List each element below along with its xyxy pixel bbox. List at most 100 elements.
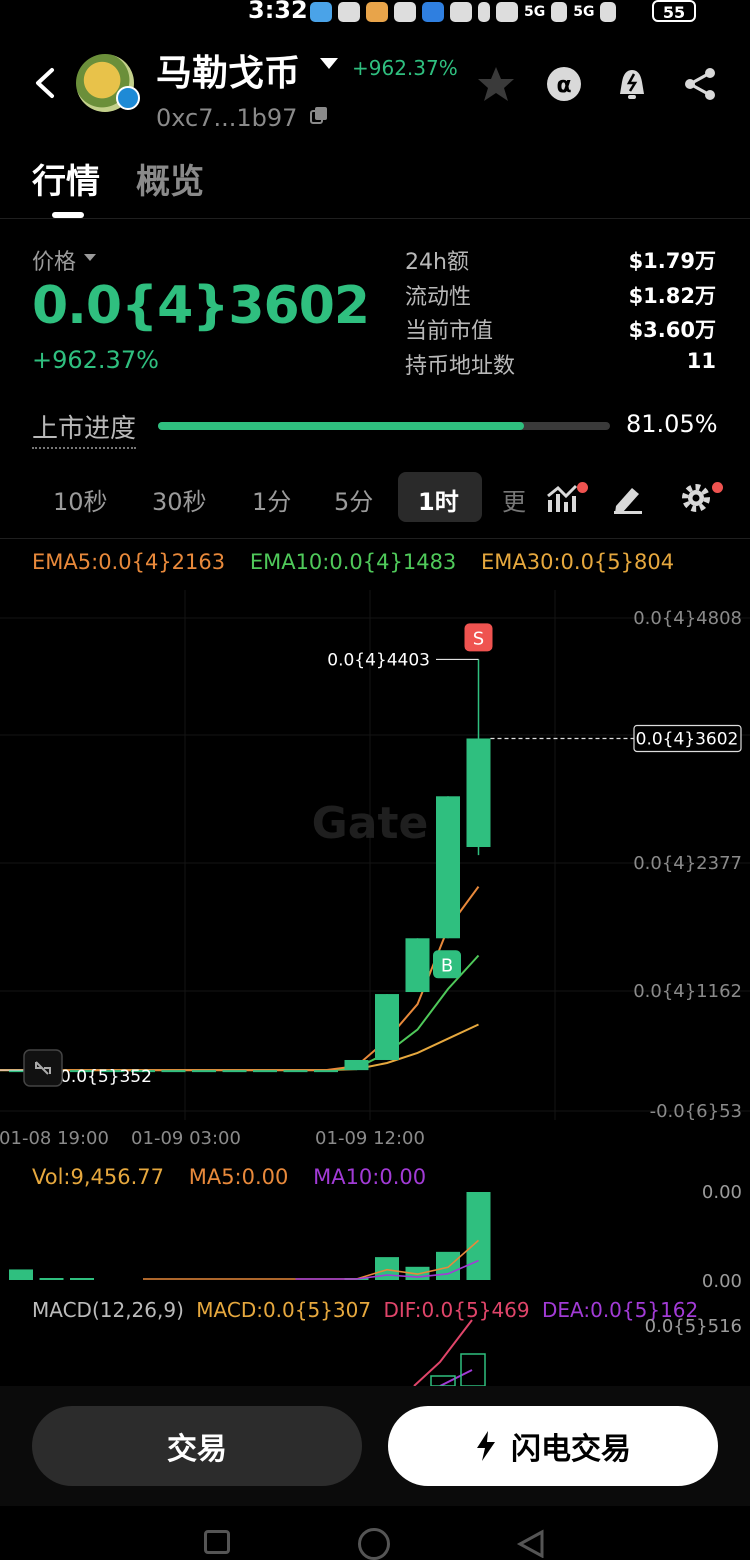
volume-bar [70, 1278, 94, 1280]
signal-2-label: 5G [573, 4, 595, 20]
stat-value-volume: $1.79万 [628, 249, 716, 273]
chevron-down-icon[interactable] [320, 58, 338, 69]
ema30-line [0, 1023, 479, 1072]
status-icons: 5G 5G [310, 0, 617, 24]
tab-overview[interactable]: 概览 [136, 154, 204, 203]
ema30-label: EMA30:0.0{5}804 [480, 550, 675, 574]
stat-value-holders: 11 [686, 349, 716, 373]
ema5-label: EMA5:0.0{4}2163 [32, 550, 226, 574]
indicator-chart-icon[interactable] [546, 482, 580, 514]
candle-body [192, 1070, 216, 1073]
candles [9, 659, 491, 1073]
candle-body [253, 1070, 277, 1073]
chevron-down-icon[interactable] [84, 254, 96, 261]
signal-1-icon [551, 2, 568, 22]
candle-body [466, 738, 491, 848]
svg-text:α: α [556, 73, 571, 98]
home-icon[interactable] [358, 1528, 390, 1560]
ema10-label: EMA10:0.0{4}1483 [249, 550, 457, 574]
x-tick-label: 01-08 19:00 [0, 1128, 109, 1149]
draw-pencil-icon[interactable] [612, 484, 644, 514]
timeframe-more[interactable]: 更 [502, 482, 526, 517]
stat-label-market-cap: 当前市值 [405, 319, 494, 344]
candle-body [405, 938, 430, 993]
alert-bell-icon[interactable] [612, 64, 652, 104]
stat-value-market-cap: $3.60万 [628, 318, 716, 342]
flash-trade-button-label: 闪电交易 [511, 1432, 631, 1467]
signal-1-label: 5G [524, 4, 546, 20]
header-change: +962.37% [352, 56, 458, 80]
alpha-icon[interactable]: α [544, 64, 584, 104]
candle-body [344, 1059, 369, 1071]
upload-icon [338, 2, 360, 22]
current-price-label: 0.0{4}3602 [636, 729, 739, 749]
candle-body [161, 1070, 186, 1073]
macd-dea-line [439, 1369, 473, 1386]
candle-body [314, 1070, 338, 1073]
macd-chart: 0.0{5}516 [413, 1316, 742, 1386]
listing-progress-label[interactable]: 上市进度 [32, 408, 137, 449]
y-tick-label: 0.0{4}2377 [633, 853, 742, 874]
divider [0, 538, 750, 539]
expand-icon[interactable] [23, 1049, 63, 1087]
back-arrow-icon[interactable] [30, 66, 60, 100]
stat-label-liquidity: 流动性 [405, 285, 472, 310]
listing-progress-bar [158, 422, 610, 430]
x-tick-label: 01-09 03:00 [131, 1128, 241, 1149]
low-price-label: 0.0{5}352 [60, 1067, 152, 1087]
y-tick-label: -0.0{6}53 [650, 1101, 742, 1122]
back-nav-icon[interactable] [516, 1528, 546, 1558]
trade-button[interactable]: 交易 [32, 1406, 362, 1486]
tab-market[interactable]: 行情 [32, 154, 100, 203]
timeframe-1h[interactable]: 1时 [418, 482, 459, 517]
share-icon[interactable] [680, 64, 720, 104]
chain-badge-icon [116, 86, 140, 110]
volume-bar [39, 1278, 64, 1280]
volume-bars [9, 1192, 491, 1280]
system-nav-bar [0, 1506, 750, 1560]
listing-progress-value: 81.05% [626, 410, 718, 438]
alipay-icon [422, 2, 444, 22]
timeframe-5m[interactable]: 5分 [334, 482, 373, 517]
candle-body [436, 796, 460, 939]
settings-gear-icon[interactable] [680, 482, 712, 514]
y-tick-label: 0.0{4}4808 [633, 608, 742, 629]
candle-body [222, 1070, 247, 1073]
timeframe-10s[interactable]: 10秒 [53, 482, 108, 517]
status-bar: 3:32 5G 5G 55 [0, 0, 750, 28]
macd-y-top: 0.0{5}516 [645, 1316, 742, 1337]
alarm-icon [450, 2, 472, 22]
volume-y-top: 0.00 [702, 1182, 742, 1203]
candle-body [375, 994, 399, 1060]
price-chart[interactable]: Gate 0.0{4}4808 0.0{4}2377 0.0{4}1162 -0.0{… [0, 590, 750, 1150]
price-label[interactable]: 价格 [32, 244, 76, 276]
star-icon[interactable] [476, 64, 516, 104]
current-price: 0.0{4}3602 [32, 276, 370, 336]
hand-icon [394, 2, 416, 22]
stat-value-liquidity: $1.82万 [628, 284, 716, 308]
token-name[interactable]: 马勒戈币 [156, 44, 300, 96]
stat-label-holders: 持币地址数 [405, 354, 516, 379]
y-axis-ticks: 0.0{4}4808 0.0{4}2377 0.0{4}1162 -0.0{6}53 [633, 608, 742, 1122]
volume-bar [9, 1269, 33, 1280]
lightning-icon [477, 1431, 495, 1461]
trade-button-label: 交易 [167, 1432, 227, 1467]
x-axis-ticks: 01-08 19:00 01-09 03:00 01-09 12:00 [0, 1128, 425, 1149]
contract-address: 0xc7...1b97 [156, 104, 298, 132]
recent-apps-icon[interactable] [204, 1530, 230, 1554]
listing-progress-fill [158, 422, 525, 430]
flash-trade-button[interactable]: 闪电交易 [388, 1406, 718, 1486]
volume-chart[interactable]: 0.00 0.00 [0, 1180, 750, 1288]
copy-icon[interactable] [310, 106, 328, 124]
price-change: +962.37% [32, 346, 159, 374]
ema-legend: EMA5:0.0{4}2163 EMA10:0.0{4}1483 EMA30:0… [32, 550, 674, 574]
high-price-label: 0.0{4}4403 [327, 650, 430, 670]
timeframe-30s[interactable]: 30秒 [152, 482, 207, 517]
volume-y-bottom: 0.00 [702, 1271, 742, 1288]
app-icon [366, 2, 388, 22]
x-tick-label: 01-09 12:00 [315, 1128, 425, 1149]
wifi-icon [496, 2, 518, 22]
stat-label-volume: 24h额 [405, 250, 469, 275]
y-tick-label: 0.0{4}1162 [633, 981, 742, 1002]
timeframe-1m[interactable]: 1分 [252, 482, 291, 517]
